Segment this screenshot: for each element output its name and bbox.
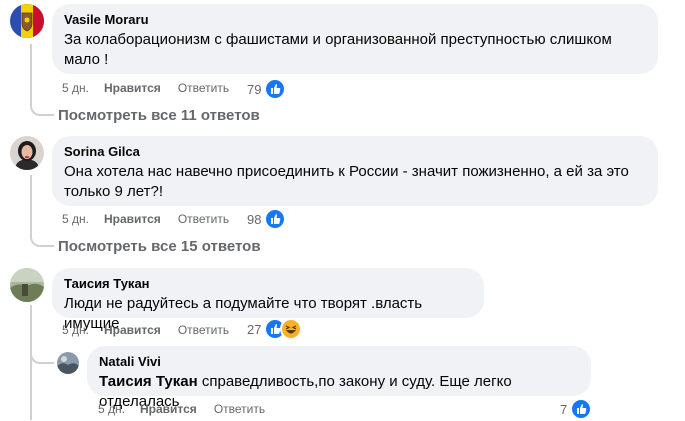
comment-actions: 5 дн. Нравится Ответить [62, 80, 229, 96]
haha-icon [280, 318, 303, 340]
comment-actions: 5 дн. Нравится Ответить [62, 211, 229, 227]
comment-bubble: Sorina Gilca Она хотела нас навечно прис… [52, 136, 658, 206]
comment-timestamp[interactable]: 5 дн. [62, 322, 89, 338]
comment-author[interactable]: Vasile Moraru [64, 12, 646, 28]
reply-avatar-image [57, 352, 79, 374]
reaction-count: 7 [560, 401, 568, 417]
comment-timestamp[interactable]: 5 дн. [62, 80, 89, 96]
thumbs-up-icon [570, 398, 593, 420]
reply-author[interactable]: Natali Vivi [99, 354, 579, 370]
reaction-summary[interactable]: 79 [247, 78, 287, 100]
reaction-summary[interactable]: 27 [247, 318, 303, 340]
comment-author[interactable]: Таисия Тукан [64, 276, 472, 292]
thumbs-up-icon [264, 78, 287, 100]
avatar[interactable] [10, 268, 44, 302]
avatar[interactable] [10, 4, 44, 38]
avatar[interactable] [10, 136, 44, 170]
avatar[interactable] [57, 352, 79, 374]
comment-bubble: Таисия Тукан Люди не радуйтесь а подумай… [52, 268, 484, 332]
user-photo-avatar-image [10, 136, 44, 170]
like-button[interactable]: Нравится [140, 401, 197, 417]
reply-bubble: Natali Vivi Таисия Тукан справедливость,… [87, 346, 591, 410]
thread-line [30, 44, 32, 104]
comment-text: Она хотела нас навечно присоединить к Ро… [64, 163, 629, 200]
reaction-count: 79 [247, 81, 262, 97]
like-button[interactable]: Нравится [104, 211, 161, 227]
mention-link[interactable]: Таисия Тукан [99, 373, 198, 390]
reply-button[interactable]: Ответить [214, 401, 265, 417]
thread-line [30, 305, 32, 420]
like-button[interactable]: Нравится [104, 322, 161, 338]
reply-actions: 5 дн. Нравится Ответить [98, 401, 265, 417]
reaction-summary[interactable]: 98 [247, 208, 287, 230]
thread-curve [30, 231, 54, 247]
thread-line [30, 175, 32, 235]
comment-timestamp[interactable]: 5 дн. [62, 211, 89, 227]
thread-curve [30, 344, 54, 364]
like-button[interactable]: Нравится [104, 80, 161, 96]
comment-bubble: Vasile Moraru За колаборационизм с фашис… [52, 4, 658, 74]
reply-button[interactable]: Ответить [178, 322, 229, 338]
view-replies-link[interactable]: Посмотреть все 15 ответов [58, 238, 261, 255]
reaction-summary[interactable]: 7 [560, 398, 593, 420]
reaction-count: 27 [247, 321, 262, 337]
coat-of-arms-avatar-image [10, 4, 44, 38]
comment-actions: 5 дн. Нравится Ответить [62, 322, 229, 338]
reply-timestamp[interactable]: 5 дн. [98, 401, 125, 417]
comment-text: За колаборационизм с фашистами и организ… [64, 31, 612, 68]
landscape-avatar-image [10, 268, 44, 302]
reply-button[interactable]: Ответить [178, 211, 229, 227]
thread-curve [30, 100, 54, 116]
reply-button[interactable]: Ответить [178, 80, 229, 96]
comment-author[interactable]: Sorina Gilca [64, 144, 646, 160]
thumbs-up-icon [264, 208, 287, 230]
view-replies-link[interactable]: Посмотреть все 11 ответов [58, 107, 260, 124]
reaction-count: 98 [247, 211, 262, 227]
